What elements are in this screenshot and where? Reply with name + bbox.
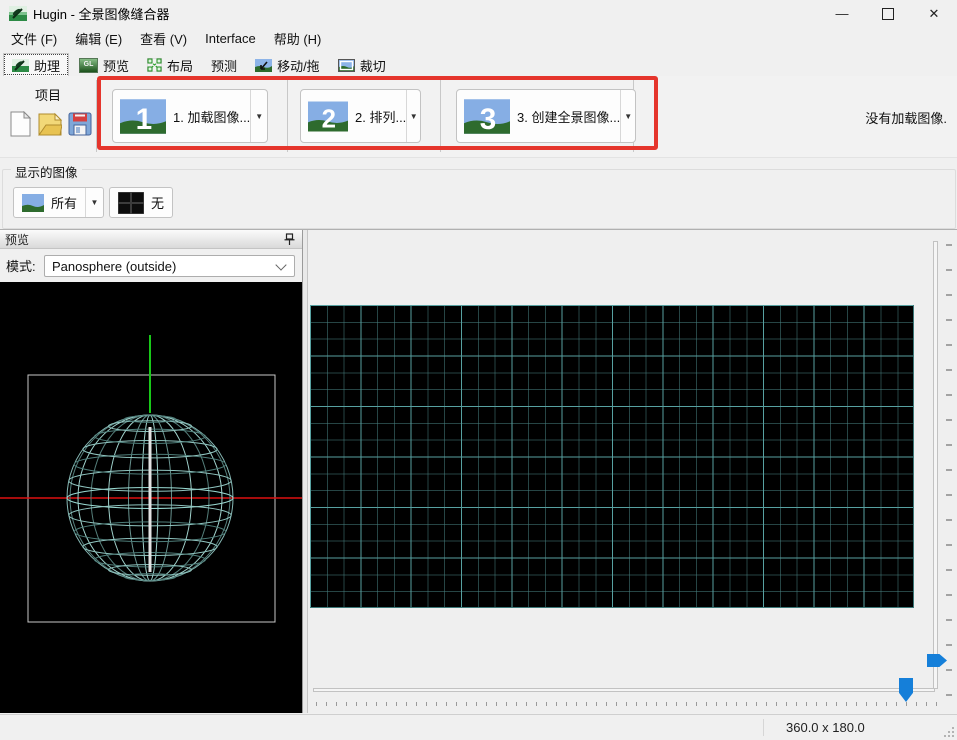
svg-text:3: 3	[480, 102, 497, 133]
step2-label: 2. 排列...	[355, 107, 406, 126]
none-images-grid-icon	[118, 192, 144, 214]
tab-projection[interactable]: 预测	[203, 54, 245, 76]
show-all-images-button[interactable]: 所有 ▼	[13, 187, 104, 218]
step3-landscape-icon: 3	[464, 99, 510, 134]
tab-preview-gl[interactable]: GL 预览	[71, 54, 137, 76]
opengl-icon: GL	[79, 58, 98, 73]
tab-assistant[interactable]: 助理	[3, 53, 69, 76]
menu-file[interactable]: 文件 (F)	[2, 26, 66, 51]
show-none-images-button[interactable]: 无	[109, 187, 173, 218]
minimize-button[interactable]: —	[819, 0, 865, 27]
open-project-button[interactable]	[36, 110, 64, 138]
new-file-icon	[9, 111, 32, 137]
toolbar-separator	[440, 80, 441, 152]
tab-move-drag[interactable]: 移动/拖	[247, 54, 328, 76]
window-controls: — ✕	[819, 0, 957, 27]
close-button[interactable]: ✕	[911, 0, 957, 27]
tabbar: 助理 GL 预览 布局 预测	[0, 50, 957, 76]
statusbar: 360.0 x 180.0	[0, 714, 957, 740]
pin-icon[interactable]	[284, 233, 295, 249]
menu-help[interactable]: 帮助 (H)	[265, 26, 331, 51]
step2-dropdown-arrow[interactable]: ▼	[406, 90, 420, 142]
projection-mode-value: Panosphere (outside)	[45, 259, 176, 274]
tab-label: 预览	[103, 56, 129, 75]
window-title: Hugin - 全景图像缝合器	[33, 4, 170, 23]
open-folder-icon	[38, 112, 62, 137]
tab-layout[interactable]: 布局	[139, 54, 201, 76]
tab-label: 裁切	[360, 56, 386, 75]
step2-align-button[interactable]: 2 2. 排列... ▼	[300, 89, 421, 143]
step3-main[interactable]: 3 3. 创建全景图像...	[457, 90, 620, 142]
statusbar-divider	[763, 719, 764, 736]
show-all-dropdown-arrow[interactable]: ▼	[85, 188, 103, 217]
step3-label: 3. 创建全景图像...	[517, 107, 620, 126]
svg-text:2: 2	[322, 105, 336, 133]
titlebar: Hugin - 全景图像缝合器 — ✕	[0, 0, 957, 27]
move-drag-icon	[255, 59, 272, 72]
resize-grip[interactable]	[944, 727, 954, 737]
minimize-icon: —	[836, 6, 849, 21]
tab-label: 助理	[34, 56, 60, 75]
preview-panel-header: 预览	[0, 230, 302, 249]
all-images-landscape-icon	[22, 194, 44, 212]
show-all-label: 所有	[51, 193, 77, 212]
vertical-slider-track[interactable]	[933, 241, 938, 689]
displayed-images-group: 显示的图像 所有 ▼ 无	[2, 169, 956, 229]
tab-label: 预测	[211, 56, 237, 75]
hugin-logo-icon	[9, 6, 27, 21]
step2-landscape-icon: 2	[308, 100, 348, 133]
show-none-main[interactable]: 无	[110, 188, 172, 217]
tab-label: 移动/拖	[277, 56, 320, 75]
toolbar-separator	[287, 80, 288, 152]
displayed-images-label: 显示的图像	[11, 162, 82, 181]
project-group-label: 项目	[8, 85, 88, 104]
svg-text:1: 1	[136, 102, 153, 133]
menu-interface[interactable]: Interface	[196, 28, 265, 49]
panorama-size-text: 360.0 x 180.0	[786, 720, 865, 735]
maximize-icon	[882, 8, 894, 20]
preview-panel-title: 预览	[5, 231, 29, 248]
maximize-button[interactable]	[865, 0, 911, 27]
step1-main[interactable]: 1 1. 加载图像...	[113, 90, 250, 142]
step2-main[interactable]: 2 2. 排列...	[301, 90, 406, 142]
horizontal-slider-track[interactable]	[313, 688, 935, 692]
mode-label: 模式:	[6, 256, 36, 275]
menubar: 文件 (F) 编辑 (E) 查看 (V) Interface 帮助 (H)	[0, 27, 957, 50]
menu-view[interactable]: 查看 (V)	[131, 26, 196, 51]
vertical-ruler-ticks	[946, 244, 952, 701]
chevron-down-icon	[275, 259, 286, 270]
step1-load-images-button[interactable]: 1 1. 加载图像... ▼	[112, 89, 268, 143]
step1-dropdown-arrow[interactable]: ▼	[250, 90, 267, 142]
panosphere-3d-view[interactable]	[0, 282, 302, 713]
panorama-grid-preview[interactable]	[310, 305, 914, 608]
menu-edit[interactable]: 编辑 (E)	[66, 26, 131, 51]
step3-create-panorama-button[interactable]: 3 3. 创建全景图像... ▼	[456, 89, 636, 143]
save-floppy-icon	[68, 112, 92, 136]
layout-icon	[147, 58, 162, 72]
show-none-label: 无	[151, 193, 164, 212]
new-project-button[interactable]	[6, 110, 34, 138]
toolbar-separator	[96, 80, 97, 152]
projection-mode-select[interactable]: Panosphere (outside)	[44, 255, 295, 277]
mode-row: 模式: Panosphere (outside)	[0, 249, 302, 282]
save-project-button[interactable]	[66, 110, 94, 138]
no-images-status-text: 没有加载图像.	[865, 108, 947, 127]
crop-icon	[338, 59, 355, 72]
hugin-window: Hugin - 全景图像缝合器 — ✕ 文件 (F) 编辑 (E) 查看 (V)…	[0, 0, 957, 740]
horizontal-ruler-ticks	[316, 702, 942, 706]
tab-label: 布局	[167, 56, 193, 75]
tab-crop[interactable]: 裁切	[330, 54, 394, 76]
step3-dropdown-arrow[interactable]: ▼	[620, 90, 635, 142]
step1-label: 1. 加载图像...	[173, 107, 250, 126]
assistant-dragonfly-icon	[12, 59, 29, 72]
step1-landscape-icon: 1	[120, 99, 166, 134]
show-all-main[interactable]: 所有	[14, 188, 85, 217]
assistant-toolbar: 项目	[0, 76, 957, 158]
close-icon: ✕	[929, 6, 940, 22]
